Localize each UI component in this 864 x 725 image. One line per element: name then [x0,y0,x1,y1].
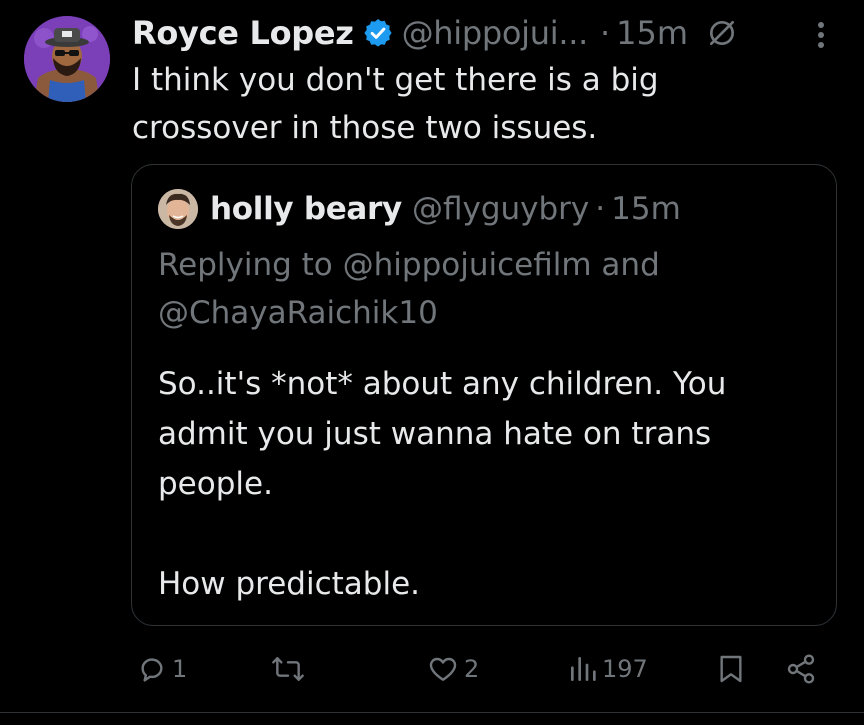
reply-and: and [601,247,660,283]
bookmark-button[interactable] [716,646,746,692]
share-button[interactable] [784,646,818,692]
retweet-button[interactable] [270,646,310,692]
tweet-timestamp[interactable]: 15m [616,10,688,56]
reply-button[interactable]: 1 [136,646,187,692]
tweet-header: Royce Lopez @hippojui... · 15m [132,10,738,56]
quote-author-avatar[interactable] [158,189,198,229]
quoted-tweet[interactable]: holly beary @flyguybry · 15m Replying to… [131,164,837,626]
reply-mention-2[interactable]: @ChayaRaichik10 [158,295,438,331]
quote-header: holly beary @flyguybry · 15m [158,187,681,231]
reply-count: 1 [172,655,188,683]
action-bar: 1 2 197 [132,646,822,692]
reply-mention-1[interactable]: @hippojuicefilm [343,247,592,283]
tweet-text: I think you don't get there is a big cro… [132,62,659,146]
author-name[interactable]: Royce Lopez [132,10,354,56]
replying-to-line: Replying to @hippojuicefilm and @ChayaRa… [158,241,808,337]
quote-author-name[interactable]: holly beary [210,191,402,227]
bookmark-icon [716,653,746,685]
verified-badge-icon[interactable] [362,17,394,49]
separator-dot: · [599,14,611,52]
like-count: 2 [464,655,480,683]
reply-icon [136,653,168,685]
tweet[interactable]: Royce Lopez @hippojui... · 15m I think y… [0,0,864,725]
retweet-icon [270,653,306,685]
grok-icon[interactable] [706,17,738,49]
quote-text: So..it's *not* about any children. You a… [158,359,808,609]
views-button[interactable]: 197 [568,646,648,692]
divider [0,712,864,713]
quote-text-paragraph-2: How predictable. [158,566,421,602]
views-bar-icon [568,653,598,685]
more-dots-icon[interactable] [806,18,836,52]
heart-icon [426,653,460,685]
quote-separator-dot: · [595,191,606,227]
share-icon [784,653,818,685]
quote-timestamp[interactable]: 15m [611,191,681,227]
quote-author-handle[interactable]: @flyguybry [412,191,589,227]
views-count: 197 [602,655,648,683]
replying-to-prefix: Replying to [158,247,333,283]
quote-text-paragraph-1: So..it's *not* about any children. You a… [158,366,727,502]
author-avatar[interactable] [24,16,110,102]
author-handle[interactable]: @hippojui... [402,10,589,56]
like-button[interactable]: 2 [426,646,479,692]
